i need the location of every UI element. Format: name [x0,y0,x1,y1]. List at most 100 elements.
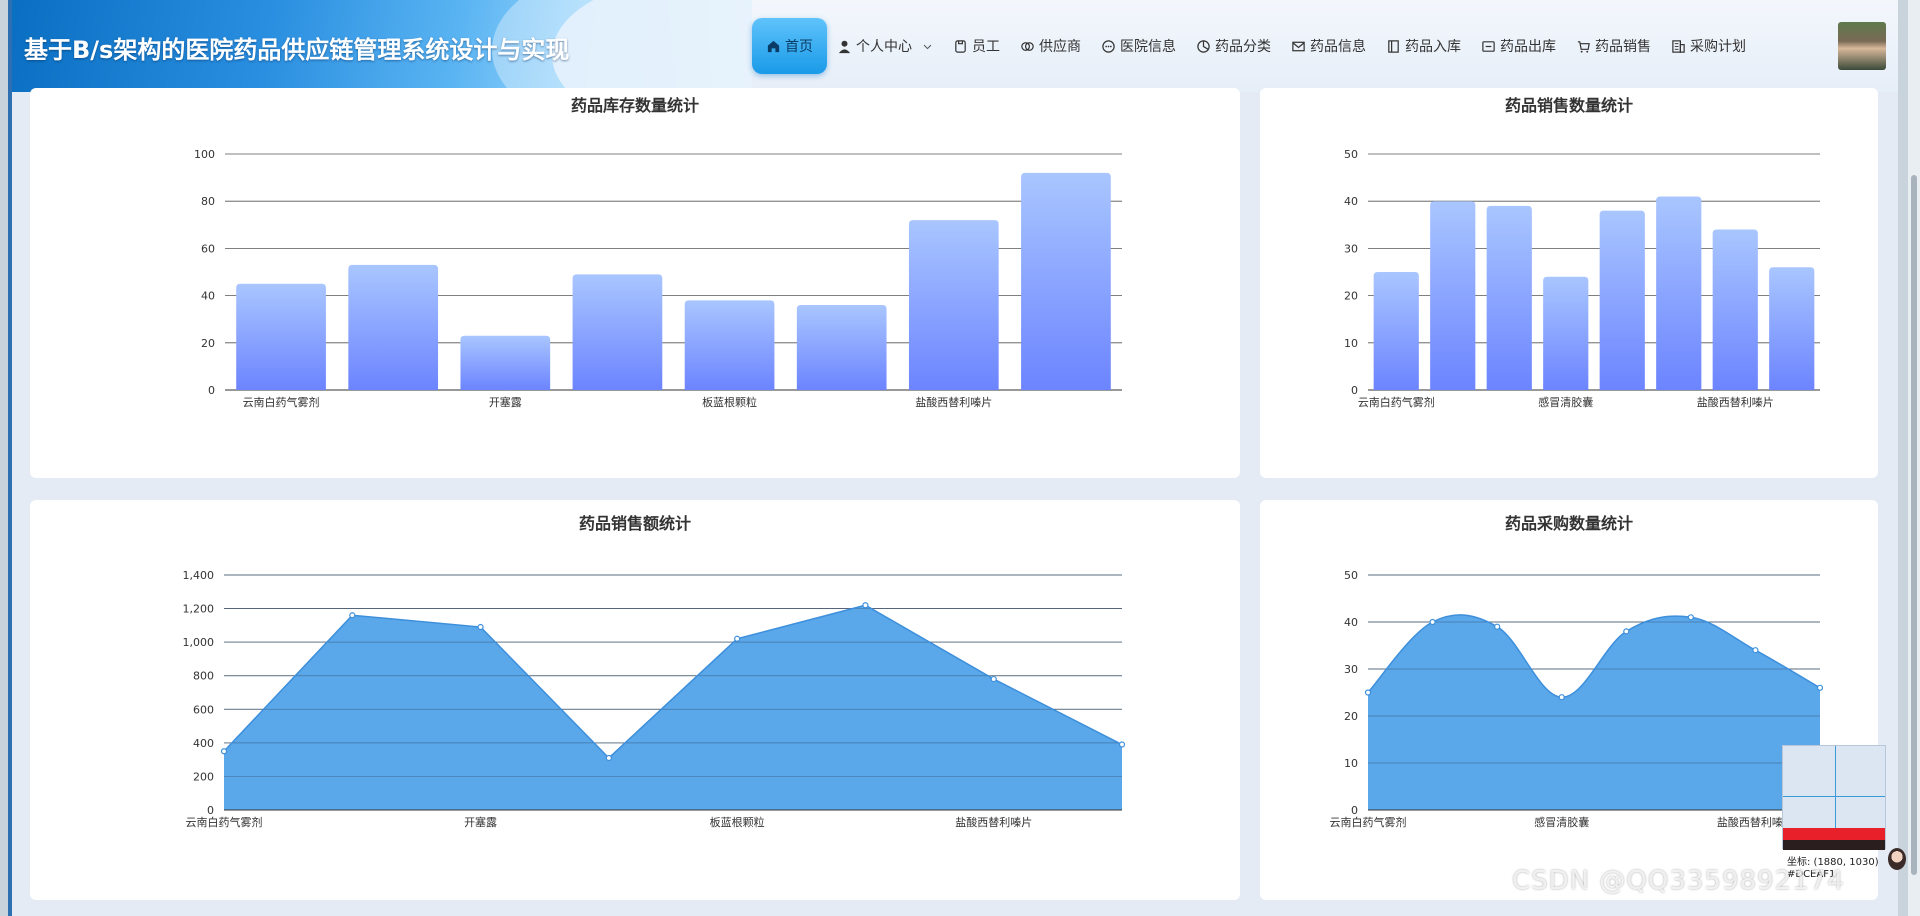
x-tick-label: 云南白药气雾剂 [243,395,320,409]
y-tick-label: 20 [1344,710,1358,723]
data-point[interactable] [477,623,484,631]
page-scrollbar[interactable] [1908,0,1920,916]
bar[interactable] [1599,210,1645,390]
y-tick-label: 10 [1344,337,1358,350]
nav-item-stock-out[interactable]: 药品出库 [1471,18,1566,74]
stock-bar-chart: 0 20 40 60 80 100 云南白药气雾剂 开塞露 板蓝根颗粒 盐酸西替利嗪片 [194,148,1122,409]
y-tick-label: 50 [1344,569,1358,582]
y-tick-label: 0 [208,384,215,397]
bar[interactable] [1373,272,1419,390]
header: 基于B/s架构的医院药品供应链管理系统设计与实现 首页 个人中心 员工 供应商 [12,0,1898,92]
book-icon [1388,39,1399,53]
data-point[interactable] [1623,628,1630,635]
data-point[interactable] [862,602,869,609]
bar[interactable] [1486,205,1532,390]
staff-icon [955,39,966,53]
bar[interactable] [1656,196,1702,390]
y-tick-label: 800 [193,670,214,683]
bar[interactable] [1021,172,1111,390]
sales-amount-area-chart: 02004006008001,0001,2001,400云南白药气雾剂 开塞露 板蓝… [183,569,1126,829]
y-tick-label: 80 [201,195,215,208]
bar[interactable] [1712,229,1758,390]
bar[interactable] [1543,276,1589,390]
bar[interactable] [1769,267,1815,390]
pie-icon [1197,39,1210,53]
cart-icon [1577,40,1590,53]
nav-item-supplier[interactable]: 供应商 [1010,18,1091,74]
data-point[interactable] [1494,623,1501,630]
data-point[interactable] [220,748,228,755]
bar[interactable] [236,283,326,390]
data-point[interactable] [1687,614,1694,621]
data-point[interactable] [605,754,612,762]
user-icon [838,40,851,53]
assistant-avatar[interactable] [1888,848,1906,870]
data-point[interactable] [1429,618,1436,626]
y-tick-label: 1,200 [183,603,215,616]
y-tick-label: 50 [1344,148,1358,161]
nav-label-staff: 员工 [972,39,1000,55]
nav-item-sales[interactable]: 药品销售 [1566,18,1661,74]
bar[interactable] [348,264,439,390]
bar[interactable] [908,220,999,390]
nav-item-hospital[interactable]: 医院信息 [1091,18,1186,74]
y-tick-label: 200 [193,770,214,783]
data-point[interactable] [1364,689,1372,696]
x-tick-label: 盐酸西替利嗪片 [955,815,1032,829]
bar[interactable] [460,335,551,390]
sales-qty-bar-chart: 01020304050云南白药气雾剂 感冒清胶囊 盐酸西替利嗪片 [1344,148,1820,409]
data-point[interactable] [349,612,356,619]
bar[interactable] [796,305,887,390]
color-picker-preview [1782,745,1886,850]
nav-item-drug-info[interactable]: 药品信息 [1281,18,1376,74]
x-tick-label: 感冒清胶囊 [1534,815,1589,829]
bar[interactable] [684,300,775,390]
x-tick-label: 板蓝根颗粒 [702,395,757,409]
nav-item-staff[interactable]: 员工 [943,18,1010,74]
x-tick-label: 感冒清胶囊 [1538,395,1593,409]
nav-label-hospital: 医院信息 [1120,39,1176,55]
y-tick-label: 40 [1344,616,1358,629]
mail-icon [1292,41,1305,51]
data-point[interactable] [1558,694,1565,701]
y-tick-label: 400 [193,737,214,750]
nav-item-home[interactable]: 首页 [752,18,827,74]
y-tick-label: 600 [193,703,214,716]
area-fill [1368,614,1820,810]
nav-label-profile: 个人中心 [856,39,912,55]
scrollbar-thumb[interactable] [1911,175,1917,875]
bar[interactable] [1430,201,1476,390]
y-tick-label: 100 [194,148,215,161]
chevron-down-icon [923,44,932,49]
nav-label-home: 首页 [785,39,813,55]
nav-item-stock-in[interactable]: 药品入库 [1376,18,1471,74]
x-tick-label: 云南白药气雾剂 [1358,395,1435,409]
data-point[interactable] [734,635,741,642]
home-icon [767,40,780,52]
bar[interactable] [572,274,663,390]
nav-label-drug-info: 药品信息 [1310,39,1366,55]
nav-item-category[interactable]: 药品分类 [1186,18,1281,74]
nav-label-stock-in: 药品入库 [1405,39,1461,55]
area-fill [224,605,1122,810]
app-title: 基于B/s架构的医院药品供应链管理系统设计与实现 [24,36,570,64]
nav-item-purchase-plan[interactable]: 采购计划 [1661,18,1756,74]
data-point[interactable] [1118,741,1126,748]
y-tick-label: 40 [1344,195,1358,208]
x-tick-label: 云南白药气雾剂 [1330,815,1407,829]
stock-chart-card: 药品库存数量统计 0 20 40 60 80 100 云南白药气雾剂 开塞露 板蓝根颗粒 盐酸西替… [30,88,1240,478]
watermark: CSDN @QQ3359892174 [1512,866,1845,896]
y-tick-label: 60 [201,242,215,255]
data-point[interactable] [990,675,997,683]
nav-label-purchase-plan: 采购计划 [1690,39,1746,55]
x-tick-label: 盐酸西替利嗪片 [1697,395,1774,409]
nav-label-category: 药品分类 [1215,39,1271,55]
nav-label-stock-out: 药品出库 [1500,39,1556,55]
nav-item-profile[interactable]: 个人中心 [827,18,943,74]
data-point[interactable] [1752,647,1759,654]
data-point[interactable] [1816,684,1824,691]
x-tick-label: 板蓝根颗粒 [710,815,765,829]
app-window: 基于B/s架构的医院药品供应链管理系统设计与实现 首页 个人中心 员工 供应商 [8,0,1906,916]
user-avatar[interactable] [1838,22,1886,70]
y-tick-label: 1,000 [183,636,215,649]
